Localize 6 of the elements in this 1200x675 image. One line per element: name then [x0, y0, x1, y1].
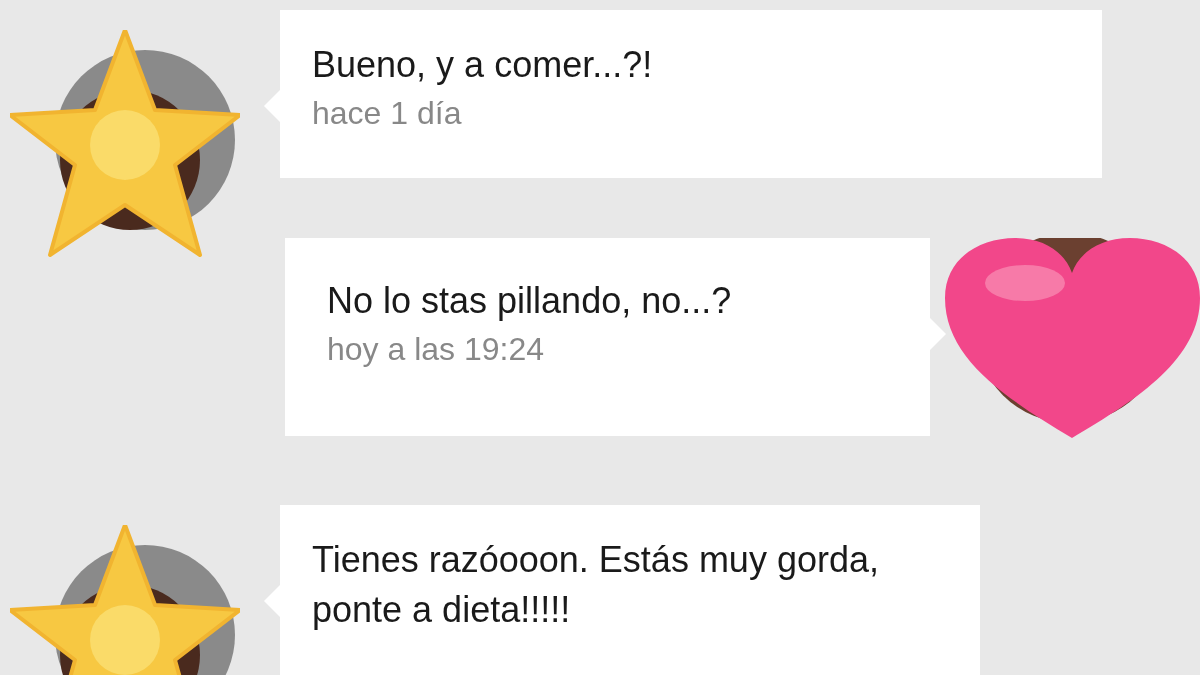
message-time: hoy a las 19:24: [327, 330, 546, 369]
message-text: No lo stas pillando, no...?: [327, 279, 733, 323]
message-text: Tienes razóooon. Estás muy gorda, ponte a dieta!!!!!: [312, 538, 880, 632]
message-time: hace 1 día: [312, 94, 463, 133]
avatar-heart-icon: [945, 238, 1200, 438]
message-text: Bueno, y a comer...?!: [312, 43, 654, 87]
